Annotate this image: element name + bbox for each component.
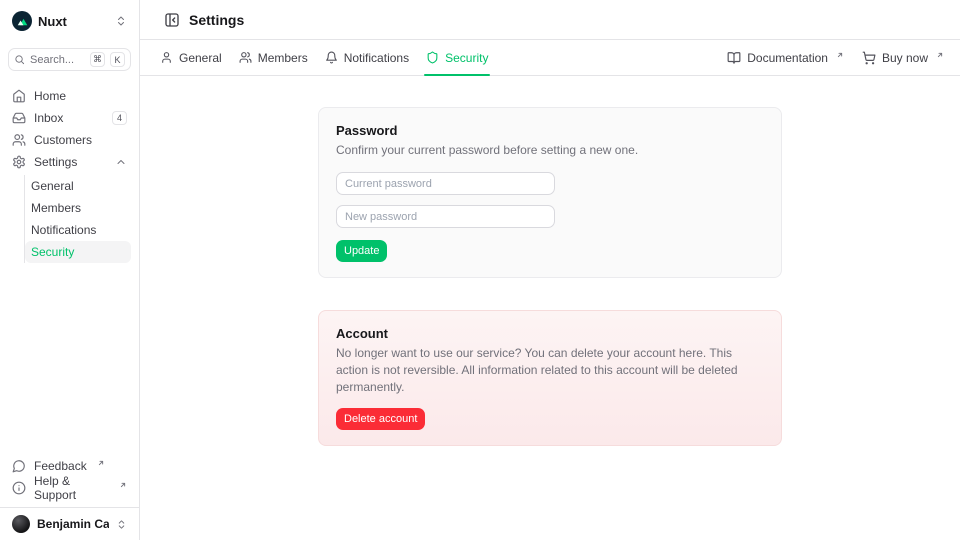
sidebar: Nuxt Search... ⌘ K Home Inbox [0,0,140,540]
kbd-k: K [110,52,125,67]
home-icon [12,89,26,103]
account-danger-card: Account No longer want to use our servic… [318,310,782,446]
app-window: Nuxt Search... ⌘ K Home Inbox [0,0,960,540]
delete-account-button[interactable]: Delete account [336,408,425,430]
main-area: Settings General Members Notifications S… [140,0,960,540]
tab-members[interactable]: Members [239,40,308,76]
card-description: Confirm your current password before set… [336,142,764,159]
user-menu[interactable]: Benjamin Canac [0,507,139,540]
sidebar-item-label: Help & Support [34,474,109,502]
settings-security-content: Password Confirm your current password b… [140,76,960,540]
sidebar-top: Nuxt Search... ⌘ K [0,0,139,71]
sidebar-item-home[interactable]: Home [8,85,131,107]
current-password-input[interactable] [336,172,555,195]
external-link-icon [836,51,844,59]
documentation-link[interactable]: Documentation [727,51,844,65]
brand-name: Nuxt [38,14,109,29]
sidebar-nav: Home Inbox 4 Customers Settings Gener [0,71,139,263]
tab-label: Notifications [344,51,409,65]
shopping-cart-icon [862,51,876,65]
new-password-input[interactable] [336,205,555,228]
toolbar-link-label: Buy now [882,51,928,65]
bell-icon [325,51,338,64]
sidebar-item-settings-security[interactable]: Security [25,241,131,263]
sidebar-item-label: General [31,179,74,193]
sidebar-item-label: Settings [34,155,77,169]
shield-icon [426,51,439,64]
tab-label: General [179,51,222,65]
external-link-icon [97,459,105,467]
inbox-count-badge: 4 [112,111,127,125]
users-icon [239,51,252,64]
settings-tabbar: General Members Notifications Security D… [140,40,960,76]
search-placeholder: Search... [30,54,85,66]
inbox-icon [12,111,26,125]
tab-label: Members [258,51,308,65]
toolbar-link-label: Documentation [747,51,828,65]
sidebar-item-label: Notifications [31,223,96,237]
external-link-icon [119,481,127,489]
user-icon [160,51,173,64]
chevrons-up-down-icon [116,519,127,530]
sidebar-item-label: Security [31,245,74,259]
card-title: Account [336,326,764,342]
sidebar-item-label: Members [31,201,81,215]
tab-notifications[interactable]: Notifications [325,40,409,76]
sidebar-item-customers[interactable]: Customers [8,129,131,151]
team-switcher[interactable]: Nuxt [8,10,131,32]
tab-label: Security [445,51,488,65]
chevron-up-icon [115,156,127,168]
gear-icon [12,155,26,169]
book-icon [727,51,741,65]
sidebar-item-inbox[interactable]: Inbox 4 [8,107,131,129]
sidebar-item-label: Inbox [34,111,63,125]
message-bubble-icon [12,459,26,473]
page-title: Settings [189,12,244,28]
sidebar-item-settings-members[interactable]: Members [25,197,131,219]
avatar [12,515,30,533]
password-card: Password Confirm your current password b… [318,107,782,278]
sidebar-item-label: Home [34,89,66,103]
nuxt-logo-icon [12,11,32,31]
sidebar-item-settings[interactable]: Settings [8,151,131,173]
search-input[interactable]: Search... ⌘ K [8,48,131,71]
chevrons-up-down-icon [115,15,127,27]
info-circle-icon [12,481,26,495]
tab-general[interactable]: General [160,40,222,76]
sidebar-item-label: Feedback [34,459,87,473]
sidebar-item-label: Customers [34,133,92,147]
update-button[interactable]: Update [336,240,387,262]
user-name: Benjamin Canac [37,517,109,531]
card-description: No longer want to use our service? You c… [336,345,764,396]
header-toolbar: Documentation Buy now [727,51,944,65]
page-header: Settings [140,0,960,40]
kbd-cmd: ⌘ [90,52,105,67]
users-icon [12,133,26,147]
search-icon [14,54,25,65]
settings-subnav: General Members Notifications Security [24,175,131,263]
sidebar-item-settings-general[interactable]: General [25,175,131,197]
card-title: Password [336,123,764,139]
tab-security[interactable]: Security [426,40,488,76]
external-link-icon [936,51,944,59]
sidebar-bottom: Feedback Help & Support Benjamin Canac [0,449,139,540]
sidebar-item-settings-notifications[interactable]: Notifications [25,219,131,241]
sidebar-toggle-button[interactable] [164,12,180,28]
sidebar-item-help-support[interactable]: Help & Support [8,477,131,499]
buy-now-link[interactable]: Buy now [862,51,944,65]
sidebar-footer-links: Feedback Help & Support [0,449,139,507]
